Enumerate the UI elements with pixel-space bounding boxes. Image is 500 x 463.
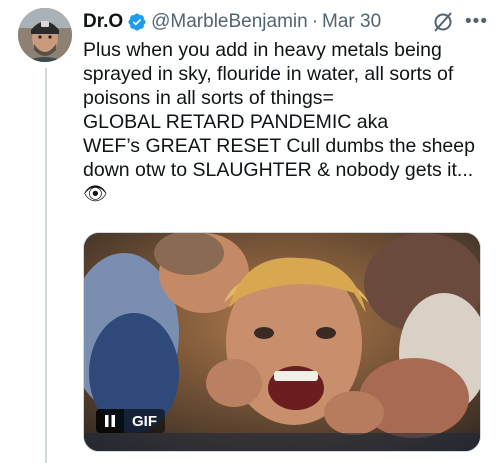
avatar-image — [18, 8, 72, 62]
gif-badge[interactable]: GIF — [96, 409, 165, 433]
gif-label: GIF — [124, 409, 165, 433]
avatar[interactable] — [18, 8, 72, 62]
tweet-media-gif[interactable]: GIF — [83, 232, 481, 452]
tweet-text: Plus when you add in heavy metals being … — [83, 39, 475, 205]
more-icon[interactable]: ••• — [465, 11, 488, 33]
verified-badge-icon — [127, 12, 147, 32]
thread-line — [45, 68, 47, 463]
tweet-header: Dr.O @MarbleBenjamin · Mar 30 ••• — [83, 9, 488, 35]
pause-icon[interactable] — [96, 409, 124, 433]
author-name[interactable]: Dr.O — [83, 11, 123, 33]
separator-dot: · — [311, 11, 319, 32]
grok-icon[interactable] — [431, 10, 455, 34]
author-handle[interactable]: @MarbleBenjamin — [151, 11, 308, 33]
tweet-date[interactable]: Mar 30 — [322, 11, 381, 33]
